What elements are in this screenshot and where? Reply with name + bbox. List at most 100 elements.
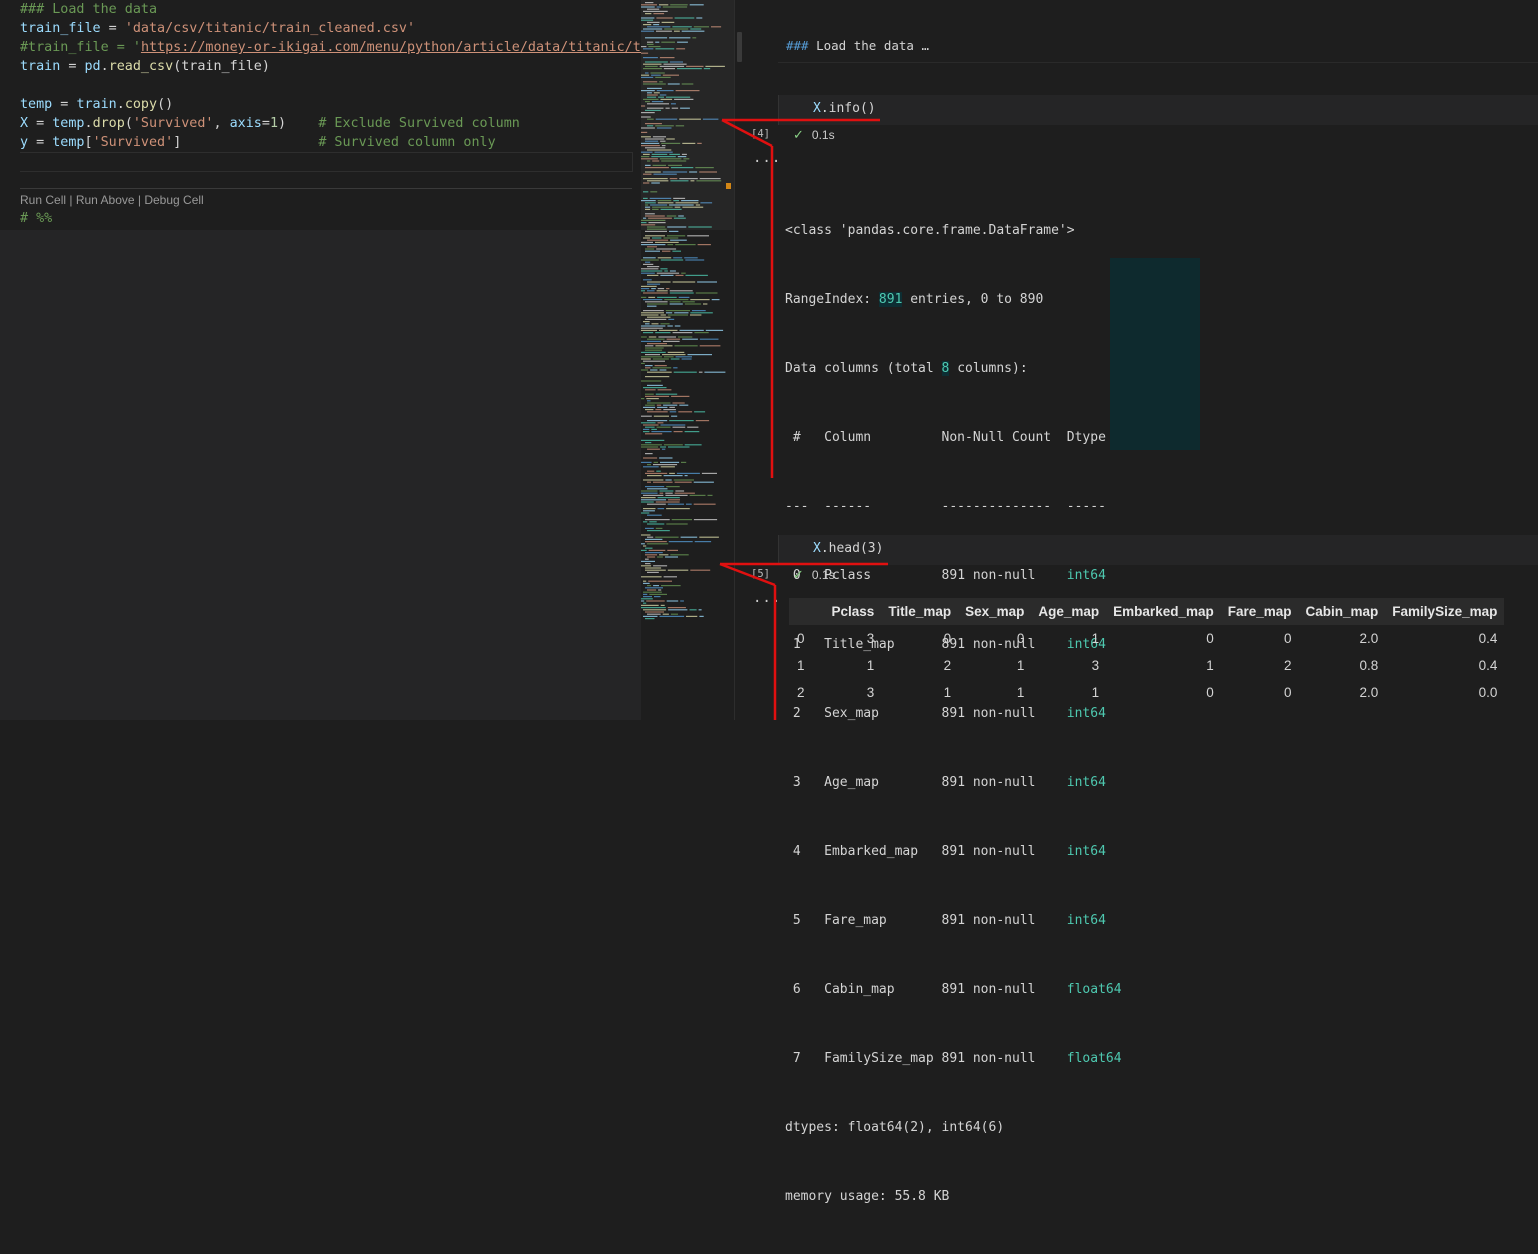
minimap-stripe: [655, 241, 679, 243]
minimap-stripe: [645, 404, 655, 406]
minimap-stripe: [641, 268, 659, 270]
minimap-stripe: [647, 316, 671, 318]
minimap-stripe: [653, 464, 678, 466]
run-above-link[interactable]: Run Above: [76, 193, 135, 207]
table-row: 2 3 1 1 1 0 0 2.0 0.0: [789, 679, 1504, 706]
minimap-stripe: [660, 314, 666, 316]
minimap[interactable]: [641, 0, 735, 720]
minimap-stripe: [666, 523, 688, 525]
minimap-stripe: [657, 422, 664, 424]
table-cell: 1: [866, 658, 875, 673]
code-line[interactable]: X = temp.drop('Survived', axis=1) # Excl…: [20, 114, 520, 133]
code-cell-input[interactable]: X.info(): [778, 95, 1538, 125]
cell-code[interactable]: X.info(): [813, 101, 876, 116]
code-line[interactable]: train = pd.read_csv(train_file): [20, 57, 270, 76]
cell-code[interactable]: X.head(3): [813, 541, 883, 556]
minimap-stripe: [645, 611, 664, 613]
minimap-stripe: [643, 466, 659, 468]
minimap-stripe: [679, 329, 704, 331]
debug-cell-link[interactable]: Debug Cell: [144, 193, 203, 207]
minimap-stripe: [647, 338, 665, 340]
code-line[interactable]: train_file = 'data/csv/titanic/train_cle…: [20, 19, 415, 38]
code-editor[interactable]: ### Load the data train_file = 'data/csv…: [0, 0, 641, 230]
code-line[interactable]: #train_file = 'https://money-or-ikigai.c…: [20, 38, 641, 57]
minimap-stripe: [701, 472, 717, 474]
minimap-stripe: [665, 494, 688, 496]
cell-marker[interactable]: # %%: [20, 209, 52, 228]
minimap-stripe: [643, 431, 650, 433]
comment-link[interactable]: https://money-or-ikigai.com/menu/python/…: [141, 40, 641, 55]
minimap-stripe: [641, 369, 649, 371]
minimap-stripe: [641, 534, 651, 536]
minimap-stripe: [647, 400, 651, 402]
minimap-stripe: [647, 613, 661, 615]
minimap-stripe: [669, 303, 683, 305]
info-row: 0 Pclass 891 non-null int64: [785, 568, 1106, 583]
minimap-slider[interactable]: [641, 0, 735, 230]
code-cell-input[interactable]: X.head(3): [778, 535, 1538, 565]
minimap-stripe: [672, 402, 685, 404]
minimap-stripe: [646, 543, 669, 545]
minimap-stripe: [648, 296, 656, 298]
minimap-stripe: [666, 312, 673, 314]
minimap-stripe: [652, 367, 672, 369]
minimap-stripe: [667, 235, 686, 237]
minimap-stripe: [670, 239, 687, 241]
minimap-stripe: [641, 446, 659, 448]
run-cell-link[interactable]: Run Cell: [20, 193, 66, 207]
cell-divider: [20, 188, 632, 189]
minimap-stripe: [660, 604, 665, 606]
minimap-stripe: [674, 345, 698, 347]
code-token: temp: [52, 135, 85, 150]
minimap-stripe: [646, 600, 665, 602]
output-more-button[interactable]: ...: [753, 590, 781, 606]
minimap-stripe: [645, 323, 650, 325]
dtype-highlight: [1110, 258, 1200, 450]
table-cell: 1: [1016, 658, 1025, 673]
minimap-stripe: [689, 609, 697, 611]
code-token: (train_file): [173, 59, 270, 74]
minimap-stripe: [641, 497, 656, 499]
minimap-stripe: [667, 607, 686, 609]
minimap-stripe: [643, 321, 650, 323]
minimap-stripe: [643, 593, 648, 595]
code-line[interactable]: y = temp['Survived'] # Survived column o…: [20, 133, 496, 152]
interactive-window[interactable]: ### Load the data … X.info() [4] ✓ 0.1s .…: [735, 0, 1538, 1204]
output-line: # Column Non-Null Count Dtype: [785, 430, 1106, 445]
minimap-stripe: [662, 250, 671, 252]
minimap-stripe: [641, 340, 661, 342]
execution-count: [5]: [751, 568, 770, 580]
table-header-row: Pclass Title_map Sex_map Age_map Embarke…: [789, 598, 1505, 625]
output-more-button[interactable]: ...: [753, 150, 781, 166]
minimap-stripe: [647, 305, 657, 307]
minimap-stripe: [647, 488, 668, 490]
markdown-cell[interactable]: ### Load the data …: [778, 30, 1538, 63]
code-line[interactable]: ### Load the data: [20, 0, 157, 19]
minimap-stripe: [674, 492, 695, 494]
minimap-stripe: [645, 261, 651, 263]
cell-collapse-bar[interactable]: [737, 32, 742, 62]
minimap-stripe: [669, 420, 694, 422]
minimap-stripe: [647, 411, 668, 413]
code-line[interactable]: temp = train.copy(): [20, 95, 173, 114]
minimap-stripe: [651, 323, 659, 325]
minimap-stripe: [653, 565, 668, 567]
minimap-stripe: [669, 411, 677, 413]
code-token: temp: [20, 97, 53, 112]
minimap-stripe: [673, 479, 694, 481]
minimap-stripe: [689, 494, 706, 496]
table-cell: 2: [1284, 658, 1292, 673]
minimap-stripe: [659, 492, 664, 494]
minimap-stripe: [669, 472, 675, 474]
code-token: .: [116, 97, 125, 112]
code-token: y: [20, 135, 29, 150]
minimap-stripe: [663, 444, 683, 446]
code-token: .: [100, 59, 109, 74]
minimap-stripe: [651, 288, 656, 290]
minimap-stripe: [695, 292, 718, 294]
minimap-stripe: [659, 490, 674, 492]
minimap-stripe: [675, 244, 696, 246]
minimap-stripe: [645, 354, 660, 356]
minimap-stripe: [666, 338, 681, 340]
minimap-stripe: [655, 501, 680, 503]
